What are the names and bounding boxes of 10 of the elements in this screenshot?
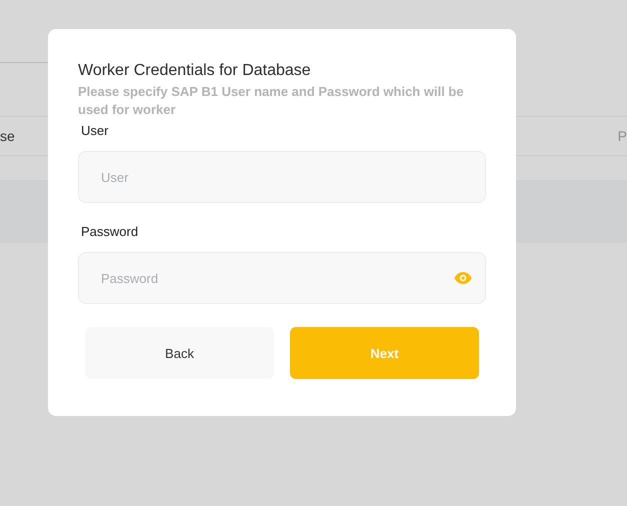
dialog-title: Worker Credentials for Database xyxy=(78,61,312,81)
password-field[interactable]: Password xyxy=(78,252,486,304)
user-field[interactable]: User xyxy=(78,151,486,203)
dialog-subtitle: Please specify SAP B1 User name and Password which will be used for worker xyxy=(78,83,465,119)
field-label: Password xyxy=(81,223,138,241)
column-header: P xyxy=(618,128,627,144)
column-header: se xyxy=(0,128,15,144)
eye-icon[interactable] xyxy=(454,272,472,284)
field-label: User xyxy=(81,122,108,140)
back-button[interactable]: Back xyxy=(85,327,274,379)
